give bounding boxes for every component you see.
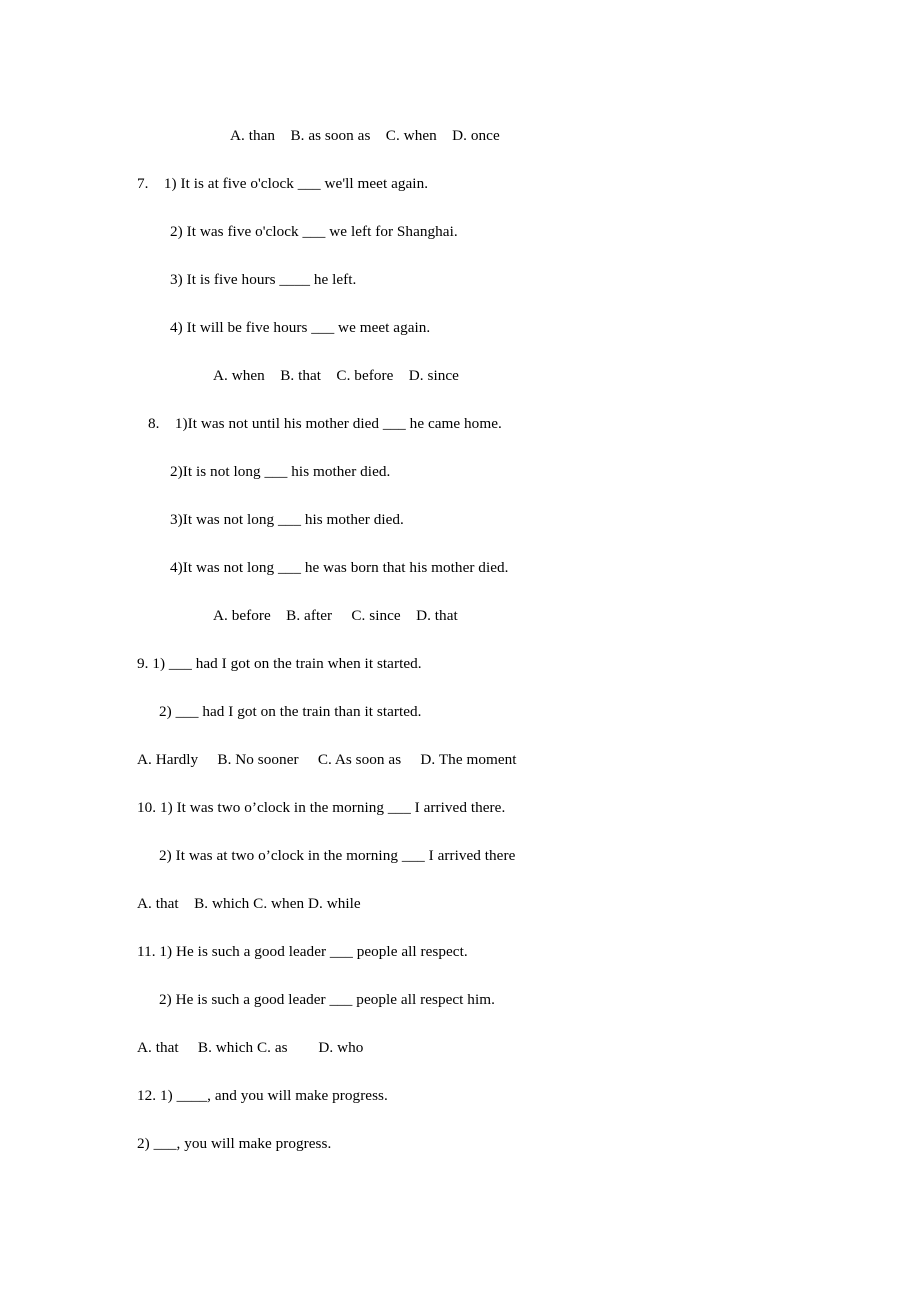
question-line: 2)It is not long ___ his mother died. [170,463,391,480]
question-line: 4)It was not long ___ he was born that h… [170,559,509,576]
options-line: A. that B. which C. when D. while [137,895,361,912]
options-line: A. Hardly B. No sooner C. As soon as D. … [137,751,517,768]
question-line: 12. 1) ____, and you will make progress. [137,1087,388,1104]
document-body: A. than B. as soon as C. when D. once 7.… [137,112,797,1168]
options-line: A. when B. that C. before D. since [213,367,459,384]
question-line: 3) It is five hours ____ he left. [170,271,357,288]
question-line: 9. 1) ___ had I got on the train when it… [137,655,422,672]
question-line: 10. 1) It was two o’clock in the morning… [137,799,506,816]
question-line: 4) It will be five hours ___ we meet aga… [170,319,431,336]
question-line: 7. 1) It is at five o'clock ___ we'll me… [137,175,429,192]
question-line: 2) ___ had I got on the train than it st… [159,703,422,720]
question-line: 2) ___, you will make progress. [137,1135,332,1152]
options-line: A. than B. as soon as C. when D. once [230,127,500,144]
question-line: 8. 1)It was not until his mother died __… [148,415,502,432]
question-line: 2) It was five o'clock ___ we left for S… [170,223,458,240]
options-line: A. that B. which C. as D. who [137,1039,364,1056]
question-line: 2) He is such a good leader ___ people a… [159,991,495,1008]
options-line: A. before B. after C. since D. that [213,607,458,624]
question-line: 3)It was not long ___ his mother died. [170,511,404,528]
document-page: A. than B. as soon as C. when D. once 7.… [0,0,920,1302]
question-line: 11. 1) He is such a good leader ___ peop… [137,943,468,960]
question-line: 2) It was at two o’clock in the morning … [159,847,516,864]
